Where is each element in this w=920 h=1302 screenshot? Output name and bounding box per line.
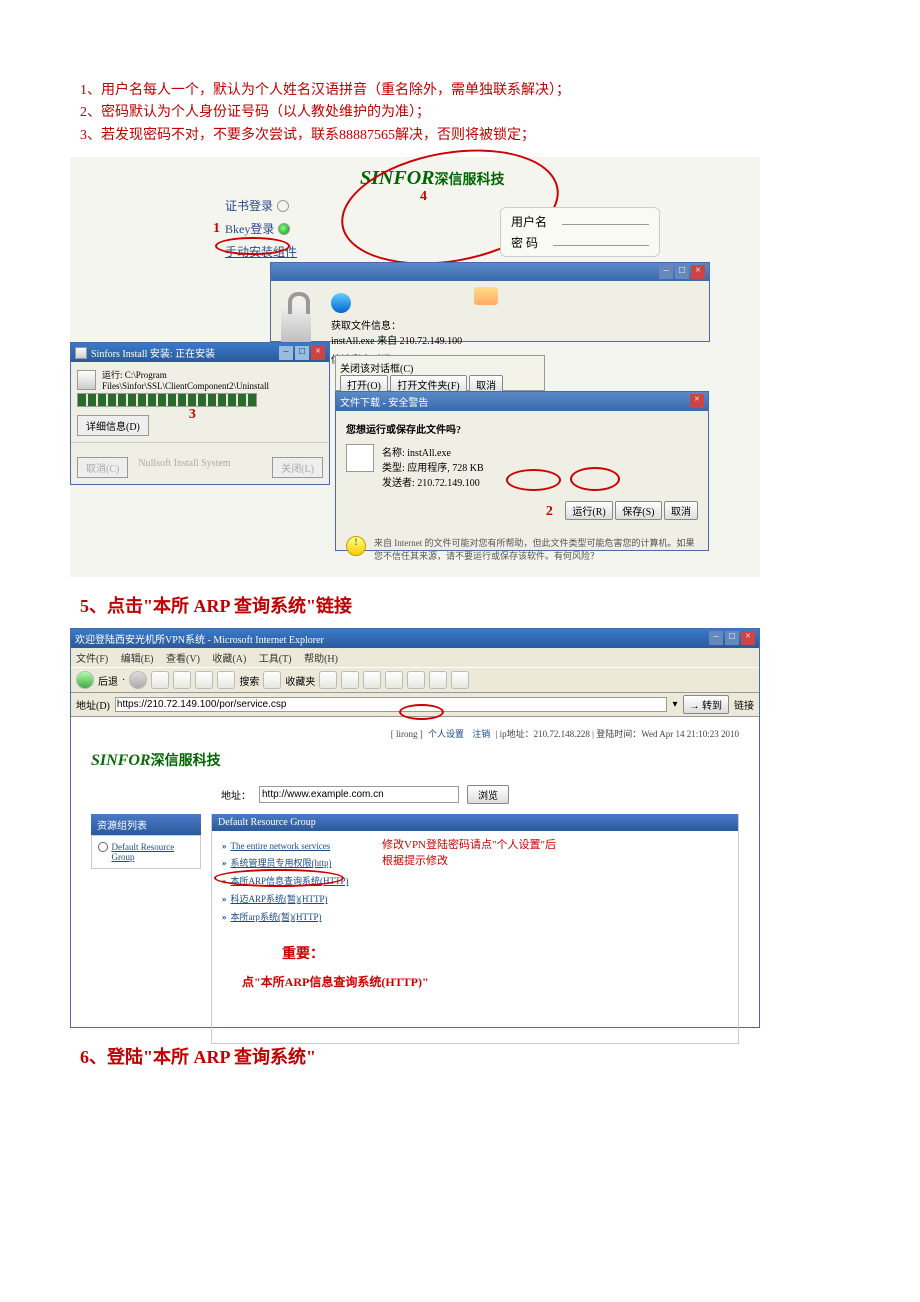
window-buttons: – □ × [659, 265, 705, 279]
favorites-icon[interactable] [263, 671, 281, 689]
ie-vpn-portal-screenshot: 欢迎登陆西安光机所VPN系统 - Microsoft Internet Expl… [70, 628, 760, 1028]
pass-field[interactable] [553, 234, 649, 246]
intro-line-3: 3、若发现密码不对，不要多次尝试，联系88887565解决，否则将被锁定； [80, 125, 840, 147]
browse-address-row: 地址： 浏览 [221, 785, 739, 804]
installer-icon [77, 370, 96, 390]
menu-edit[interactable]: 编辑(E) [121, 654, 154, 665]
main-header: Default Resource Group [212, 814, 738, 831]
sidebar-header: 资源组列表 [91, 814, 201, 835]
intro-list: 1、用户名每人一个，默认为个人姓名汉语拼音（重名除外，需单独联系解决）； 2、密… [80, 80, 840, 147]
user-field[interactable] [562, 213, 649, 225]
resource-item: »本所arp系统(暂)(HTTP) [222, 910, 728, 923]
back-button[interactable] [76, 671, 94, 689]
tool-button-3[interactable] [429, 671, 447, 689]
ie-titlebar: 欢迎登陆西安光机所VPN系统 - Microsoft Internet Expl… [71, 629, 759, 648]
cancel-button[interactable]: 取消(C) [77, 457, 128, 478]
close-button[interactable]: × [691, 265, 705, 279]
sidebar-item-default[interactable]: Default Resource Group [98, 842, 194, 862]
address-input[interactable] [115, 697, 668, 712]
close-dialog: 关闭该对话框(C) 打开(O) 打开文件夹(F) 取消 [335, 355, 545, 391]
anno-1: 1 [213, 221, 220, 237]
red-circle-2-save [570, 467, 620, 491]
browse-input[interactable] [259, 786, 459, 803]
important-label: 重要： [282, 943, 728, 963]
forward-button[interactable] [129, 671, 147, 689]
download-progress-window: – □ × 获取文件信息： instAll.exe 来自 210.72.149.… [270, 262, 710, 342]
ie-toolbar: 后退 · 搜索 收藏夹 [71, 667, 759, 693]
sec-question: 您想运行或保存此文件吗? [346, 421, 698, 436]
install-window: Sinfors Install 安装: 正在安装 – □ × 运行: C:\Pr… [70, 342, 330, 485]
sinfor-logo: SINFOR深信服科技 [91, 750, 739, 770]
print-button[interactable] [363, 671, 381, 689]
mail-button[interactable] [341, 671, 359, 689]
progress-bar [77, 393, 257, 407]
warning-icon: ! [346, 536, 366, 556]
cert-login[interactable]: 证书登录 [225, 197, 297, 214]
close-button[interactable]: × [311, 346, 325, 360]
minimize-button[interactable]: – [709, 631, 723, 645]
file-icon [346, 444, 374, 472]
important-instruction: 点"本所ARP信息查询系统(HTTP)" [242, 973, 728, 990]
lock-icon [281, 306, 311, 346]
bkey-login[interactable]: Bkey登录 [225, 220, 297, 237]
vendor-text: Nullsoft Install System [138, 458, 230, 469]
minimize-button[interactable]: – [279, 346, 293, 360]
sidebar: 资源组列表 Default Resource Group [91, 814, 201, 1044]
login-methods: 证书登录 Bkey登录 手动安装组件 [225, 197, 297, 266]
maximize-button[interactable]: □ [675, 265, 689, 279]
anno-4: 4 [420, 189, 427, 205]
pass-label: 密 码 [511, 234, 538, 251]
login-box: 用户名 密 码 [500, 207, 660, 257]
minimize-button[interactable]: – [659, 265, 673, 279]
run-button[interactable]: 运行(R) [565, 501, 612, 520]
user-label: 用户名 [511, 213, 547, 230]
menu-file[interactable]: 文件(F) [76, 654, 108, 665]
resource-main: Default Resource Group »The entire netwo… [211, 814, 739, 1044]
history-button[interactable] [319, 671, 337, 689]
details-button[interactable]: 详细信息(D) [77, 415, 149, 436]
cancel-button[interactable]: 取消 [664, 501, 698, 520]
radio-icon [98, 842, 108, 852]
menu-tools[interactable]: 工具(T) [259, 654, 292, 665]
save-button[interactable]: 保存(S) [615, 501, 661, 520]
close-button[interactable]: × [690, 394, 704, 408]
ie-menu: 文件(F) 编辑(E) 查看(V) 收藏(A) 工具(T) 帮助(H) [71, 648, 759, 667]
refresh-button[interactable] [173, 671, 191, 689]
globe-icon [331, 293, 351, 313]
stop-button[interactable] [151, 671, 169, 689]
tool-button-4[interactable] [451, 671, 469, 689]
anno-2: 2 [546, 504, 553, 519]
maximize-button[interactable]: □ [295, 346, 309, 360]
tool-button-2[interactable] [407, 671, 425, 689]
intro-line-2: 2、密码默认为个人身份证号码（以人教处维护的为准）； [80, 102, 840, 124]
close-button[interactable]: × [741, 631, 755, 645]
menu-fav[interactable]: 收藏(A) [212, 654, 246, 665]
folder-icon [474, 287, 498, 305]
logout-link[interactable]: 注销 [472, 729, 490, 739]
intro-line-1: 1、用户名每人一个，默认为个人姓名汉语拼音（重名除外，需单独联系解决）； [80, 80, 840, 102]
close-button[interactable]: 关闭(L) [272, 457, 323, 478]
red-circle-personal [399, 704, 444, 720]
disk-icon [75, 347, 87, 359]
go-button[interactable]: → 转到 [683, 695, 730, 714]
top-user-bar: [ lirong ] 个人设置 注销 | ip地址：210.72.148.228… [91, 727, 739, 740]
home-button[interactable] [195, 671, 213, 689]
annot-modify-pwd: 修改VPN登陆密码请点"个人设置"后根据提示修改 [382, 836, 556, 868]
menu-view[interactable]: 查看(V) [166, 654, 200, 665]
step-5-heading: 5、点击"本所 ARP 查询系统"链接 [80, 592, 840, 618]
maximize-button[interactable]: □ [725, 631, 739, 645]
menu-help[interactable]: 帮助(H) [304, 654, 338, 665]
ie-page-content: [ lirong ] 个人设置 注销 | ip地址：210.72.148.228… [71, 717, 759, 1054]
personal-settings-link[interactable]: 个人设置 [428, 729, 464, 739]
browse-button[interactable]: 浏览 [467, 785, 509, 804]
anno-3: 3 [189, 407, 196, 423]
resource-item: »科迈ARP系统(暂)(HTTP) [222, 892, 728, 905]
tool-button-1[interactable] [385, 671, 403, 689]
vpn-login-screenshot: SINFOR深信服科技 4 证书登录 Bkey登录 手动安装组件 1 用户名 密… [70, 157, 760, 577]
search-icon[interactable] [217, 671, 235, 689]
